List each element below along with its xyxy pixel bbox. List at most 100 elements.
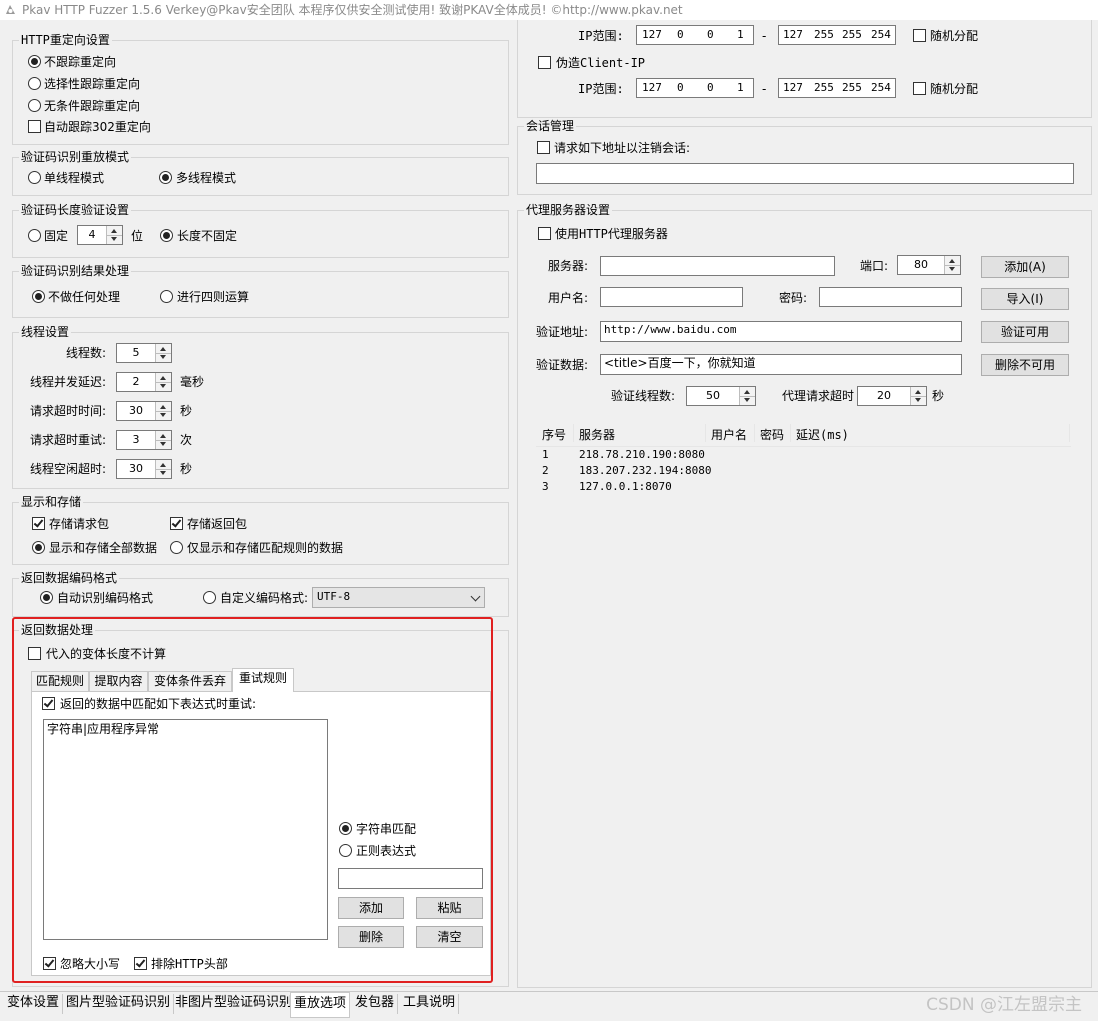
timeout-unit: 秒	[180, 404, 193, 418]
col-header-latency[interactable]: 延迟(ms)	[796, 426, 849, 443]
thread-count-stepper[interactable]: 5	[116, 343, 172, 363]
watermark: CSDN @江左盟宗主	[926, 995, 1082, 1015]
proxy-pass-input[interactable]	[819, 287, 962, 307]
fake-client-ip-checkbox[interactable]	[538, 56, 551, 69]
show-match-radio[interactable]	[170, 541, 183, 554]
col-divider	[754, 424, 755, 442]
tab-nonimage-captcha[interactable]: 非图片型验证码识别	[172, 994, 297, 1014]
random-assign-2-checkbox[interactable]	[913, 82, 926, 95]
proxy-timeout-arrows[interactable]	[910, 387, 926, 405]
session-group: 会话管理	[517, 118, 1092, 195]
thread-delay-arrows[interactable]	[155, 373, 171, 391]
redirect-none-label: 不跟踪重定向	[44, 55, 117, 69]
length-variable-label: 长度不固定	[177, 229, 238, 243]
tab-tool-help[interactable]: 工具说明	[400, 994, 460, 1014]
table-row[interactable]: 1 218.78.210.190:8080	[536, 448, 1071, 464]
ip-to-2-input[interactable]: 127 255 255 254	[778, 78, 896, 98]
proxy-add-button[interactable]: 添加(A)	[981, 256, 1069, 278]
tab-variant-settings[interactable]: 变体设置	[4, 994, 64, 1014]
multi-thread-radio[interactable]	[159, 171, 172, 184]
ip-octet: 1	[737, 81, 744, 94]
auto-302-checkbox[interactable]	[28, 120, 41, 133]
length-spin-arrows[interactable]	[106, 226, 122, 244]
proxy-server-input[interactable]	[600, 256, 835, 276]
idle-timeout-stepper[interactable]: 30	[116, 459, 172, 479]
ip-octet: 0	[707, 81, 714, 94]
store-response-checkbox[interactable]	[170, 517, 183, 530]
ip-octet: 127	[783, 28, 803, 41]
length-stepper[interactable]: 4	[77, 225, 123, 245]
verify-valid-button[interactable]: 验证可用	[981, 321, 1069, 343]
display-group-label: 显示和存储	[19, 494, 84, 510]
redirect-none-radio[interactable]	[28, 55, 41, 68]
proxy-import-button[interactable]: 导入(I)	[981, 288, 1069, 310]
row-no: 2	[542, 464, 549, 477]
thread-delay-unit: 毫秒	[180, 375, 205, 389]
ip-from-1-input[interactable]: 127 0 0 1	[636, 25, 754, 45]
ip-to-1-input[interactable]: 127 255 255 254	[778, 25, 896, 45]
verify-data-input[interactable]: <title>百度一下，你就知道	[600, 354, 962, 375]
tab-image-captcha[interactable]: 图片型验证码识别	[63, 994, 175, 1014]
result-none-radio[interactable]	[32, 290, 45, 303]
show-all-label: 显示和存储全部数据	[49, 541, 158, 555]
result-arith-radio[interactable]	[160, 290, 173, 303]
verify-url-input[interactable]: http://www.baidu.com	[600, 321, 962, 342]
logout-checkbox[interactable]	[537, 141, 550, 154]
idle-timeout-arrows[interactable]	[155, 460, 171, 478]
show-match-label: 仅显示和存储匹配规则的数据	[187, 541, 344, 555]
col-header-no[interactable]: 序号	[542, 426, 566, 443]
timeout-stepper[interactable]: 30	[116, 401, 172, 421]
ip-octet: 127	[642, 81, 662, 94]
tab-replay-options[interactable]: 重放选项	[290, 992, 351, 1018]
result-none-label: 不做任何处理	[48, 290, 121, 304]
logout-label: 请求如下地址以注销会话:	[554, 141, 691, 155]
proxy-timeout-stepper[interactable]: 20	[857, 386, 927, 406]
encoding-auto-radio[interactable]	[40, 591, 53, 604]
proxy-timeout-value: 20	[877, 389, 891, 402]
logout-url-input[interactable]	[536, 163, 1074, 184]
use-proxy-checkbox[interactable]	[538, 227, 551, 240]
ip-range-label-1: IP范围:	[578, 29, 624, 43]
col-header-server[interactable]: 服务器	[579, 426, 615, 443]
store-request-checkbox[interactable]	[32, 517, 45, 530]
table-row[interactable]: 3 127.0.0.1:8070	[536, 480, 1071, 496]
encoding-group-label: 返回数据编码格式	[19, 570, 120, 586]
thread-delay-stepper[interactable]: 2	[116, 372, 172, 392]
encoding-select[interactable]: UTF-8	[312, 587, 485, 608]
thread-count-arrows[interactable]	[155, 344, 171, 362]
retry-label: 请求超时重试:	[30, 433, 107, 447]
show-all-radio[interactable]	[32, 541, 45, 554]
retry-stepper[interactable]: 3	[116, 430, 172, 450]
proxy-port-stepper[interactable]: 80	[897, 255, 961, 275]
length-fixed-radio[interactable]	[28, 229, 41, 242]
multi-thread-label: 多线程模式	[176, 171, 237, 185]
tab-retry-rules[interactable]: 重试规则	[232, 668, 294, 692]
col-divider	[790, 424, 791, 442]
ip-octet: 255	[814, 28, 834, 41]
col-header-user[interactable]: 用户名	[711, 426, 747, 443]
redirect-selective-radio[interactable]	[28, 77, 41, 90]
proxy-port-arrows[interactable]	[944, 256, 960, 274]
redirect-always-radio[interactable]	[28, 99, 41, 112]
ip-from-2-input[interactable]: 127 0 0 1	[636, 78, 754, 98]
encoding-custom-radio[interactable]	[203, 591, 216, 604]
random-assign-1-checkbox[interactable]	[913, 29, 926, 42]
delete-invalid-button[interactable]: 删除不可用	[981, 354, 1069, 376]
retry-arrows[interactable]	[155, 431, 171, 449]
verify-threads-stepper[interactable]: 50	[686, 386, 756, 406]
tab-sender[interactable]: 发包器	[352, 994, 399, 1014]
table-row[interactable]: 2 183.207.232.194:8080	[536, 464, 1071, 480]
verify-threads-arrows[interactable]	[739, 387, 755, 405]
timeout-arrows[interactable]	[155, 402, 171, 420]
length-variable-radio[interactable]	[160, 229, 173, 242]
col-header-pass[interactable]: 密码	[760, 426, 784, 443]
proxy-list[interactable]: 序号 服务器 用户名 密码 延迟(ms) 1 218.78.210.190:80…	[536, 420, 1071, 980]
captcha-length-label: 验证码长度验证设置	[19, 202, 132, 218]
ip-octet: 255	[842, 28, 862, 41]
ip-range-label-2: IP范围:	[578, 82, 624, 96]
ip-octet: 254	[871, 81, 891, 94]
redirect-selective-label: 选择性跟踪重定向	[44, 77, 141, 91]
title-bar: Pkav HTTP Fuzzer 1.5.6 Verkey@Pkav安全团队 本…	[0, 0, 1098, 20]
proxy-user-input[interactable]	[600, 287, 743, 307]
single-thread-radio[interactable]	[28, 171, 41, 184]
